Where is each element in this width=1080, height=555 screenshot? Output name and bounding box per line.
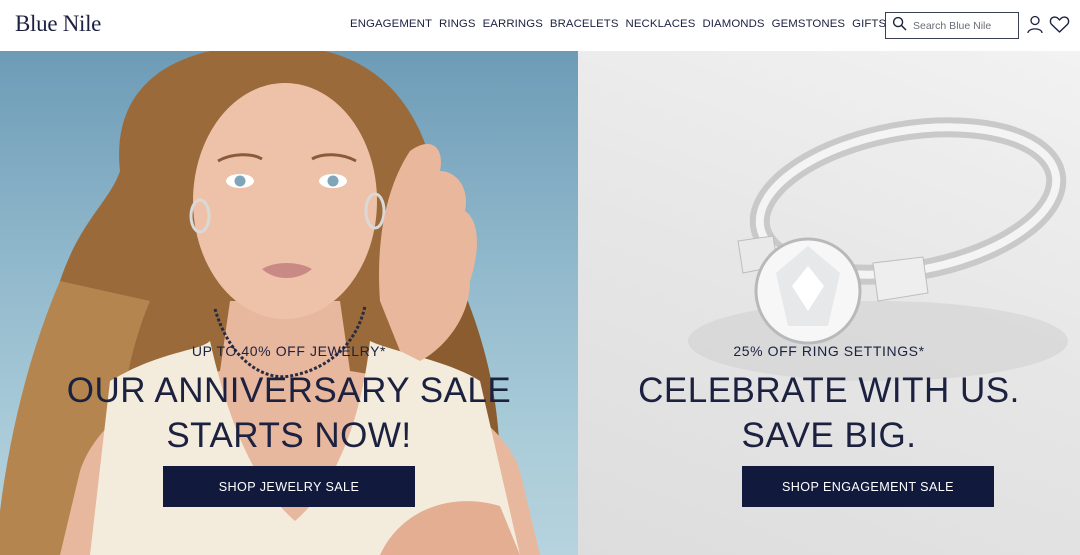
hero-right-headline-line2: SAVE BIG. — [741, 416, 917, 455]
hero-engagement-sale[interactable]: 25% OFF RING SETTINGS* CELEBRATE WITH US… — [578, 51, 1080, 555]
search-input[interactable] — [913, 19, 1013, 32]
wishlist-heart-icon[interactable] — [1049, 15, 1070, 34]
nav-gifts[interactable]: GIFTS — [852, 18, 886, 30]
brand-logo[interactable]: Blue Nile — [15, 11, 101, 37]
hero-left-headline-line2: STARTS NOW! — [166, 416, 412, 455]
search-box[interactable] — [885, 12, 1019, 39]
nav-engagement[interactable]: ENGAGEMENT — [350, 18, 432, 30]
search-icon — [892, 16, 907, 36]
site-header: Blue Nile ENGAGEMENT RINGS EARRINGS BRAC… — [0, 0, 1080, 51]
nav-gemstones[interactable]: GEMSTONES — [772, 18, 845, 30]
hero-left-headline-line1: OUR ANNIVERSARY SALE — [66, 371, 512, 410]
nav-bracelets[interactable]: BRACELETS — [550, 18, 619, 30]
shop-jewelry-sale-button[interactable]: SHOP JEWELRY SALE — [163, 466, 415, 507]
nav-necklaces[interactable]: NECKLACES — [626, 18, 696, 30]
hero-right-eyebrow: 25% OFF RING SETTINGS* — [733, 343, 925, 359]
hero-jewelry-sale[interactable]: UP TO 40% OFF JEWELRY* OUR ANNIVERSARY S… — [0, 51, 578, 555]
account-icon[interactable] — [1026, 15, 1044, 34]
nav-earrings[interactable]: EARRINGS — [483, 18, 543, 30]
main-nav: ENGAGEMENT RINGS EARRINGS BRACELETS NECK… — [350, 18, 886, 30]
nav-rings[interactable]: RINGS — [439, 18, 476, 30]
hero-left-eyebrow: UP TO 40% OFF JEWELRY* — [191, 343, 387, 359]
nav-diamonds[interactable]: DIAMONDS — [702, 18, 764, 30]
shop-engagement-sale-button[interactable]: SHOP ENGAGEMENT SALE — [742, 466, 994, 507]
hero-right-headline-line1: CELEBRATE WITH US. — [638, 371, 1020, 410]
